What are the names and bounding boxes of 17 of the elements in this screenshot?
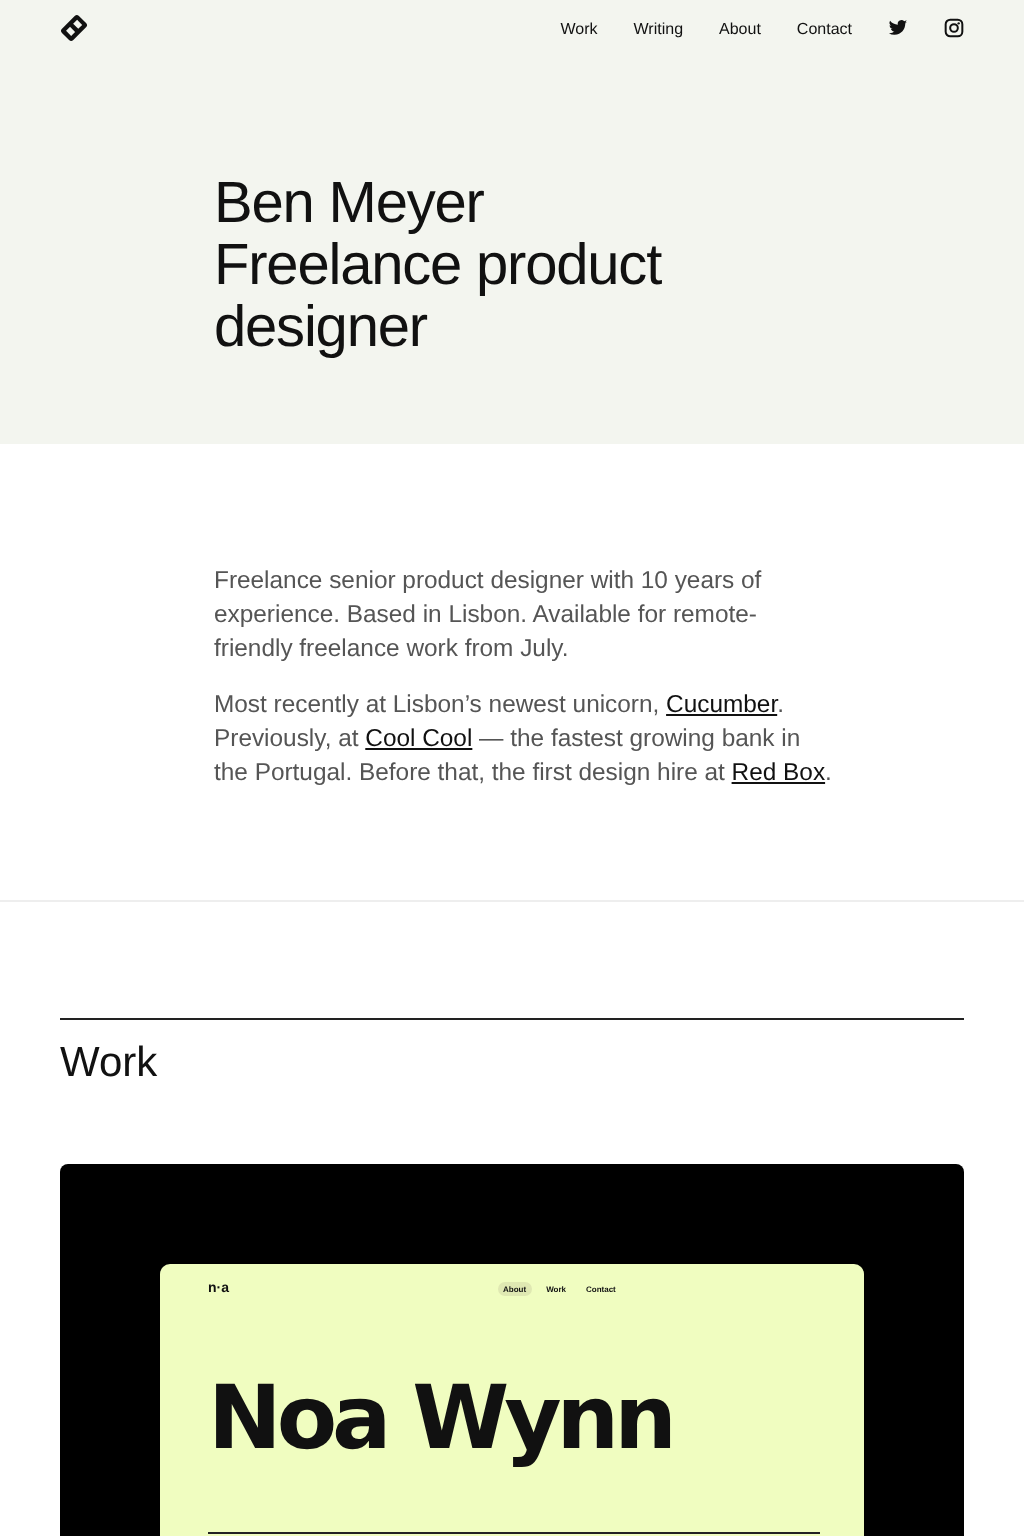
hero-title: Ben Meyer: [214, 174, 486, 236]
hero-title: Freelance product: [214, 236, 664, 298]
intro-paragraph: Freelance senior product designer with 10 years of experience. Based in Lisbon. Available for remote-friendly freelance work from July.: [214, 564, 764, 666]
instagram-icon[interactable]: [944, 18, 964, 38]
nav-link[interactable]: About: [719, 19, 761, 37]
inline-link[interactable]: Cucumber: [666, 690, 778, 718]
nav-link[interactable]: Contact: [796, 19, 852, 37]
preview-title: Noa Wynn: [208, 1370, 674, 1470]
nav-link[interactable]: Writing: [633, 19, 684, 37]
inline-link[interactable]: Red Box: [731, 758, 826, 786]
inline-link[interactable]: Cool Cool: [365, 724, 473, 752]
hero-title: designer: [214, 298, 429, 360]
logo-icon[interactable]: [60, 14, 88, 42]
intro-paragraph: Most recently at Lisbon’s newest unicorn, Cucumber. Previously, at Cool Cool — the fastest growing bank in the Portugal. Before that, the first design hire at Red Box.: [214, 688, 834, 790]
section-heading: Work: [60, 1038, 160, 1090]
twitter-bird-icon[interactable]: [888, 18, 908, 38]
nav-link[interactable]: Work: [560, 19, 598, 37]
